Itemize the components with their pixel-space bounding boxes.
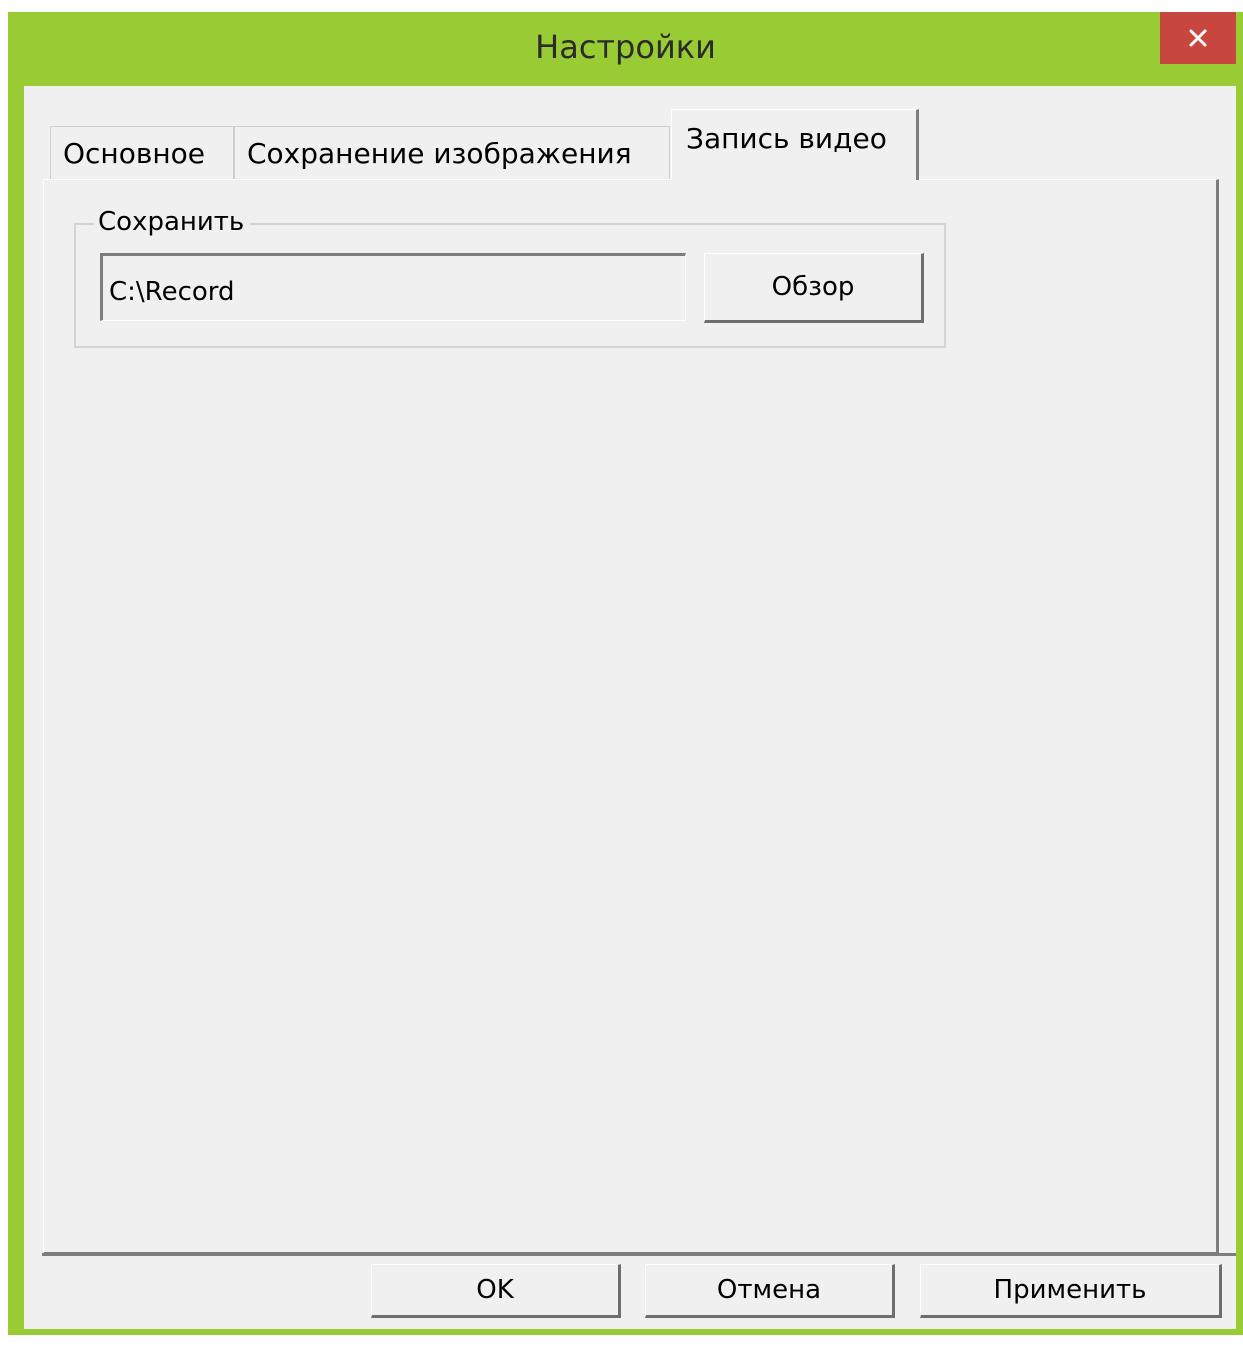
apply-button[interactable]: Применить — [920, 1264, 1222, 1318]
save-groupbox: Сохранить Обзор — [74, 205, 946, 348]
close-button[interactable] — [1160, 12, 1236, 64]
settings-window: Настройки Основное Сохранение изображени… — [8, 12, 1243, 1335]
close-icon — [1189, 29, 1207, 47]
title-bar[interactable]: Настройки — [8, 12, 1243, 86]
dialog-client-area: Основное Сохранение изображения Запись в… — [24, 86, 1236, 1329]
tab-video-recording[interactable]: Запись видео — [671, 109, 919, 180]
save-group-label: Сохранить — [94, 205, 251, 239]
cancel-button[interactable]: Отмена — [645, 1264, 895, 1318]
ok-button[interactable]: OK — [371, 1264, 621, 1318]
window-title: Настройки — [535, 28, 716, 66]
tab-image-saving[interactable]: Сохранение изображения — [234, 126, 670, 180]
save-path-input[interactable] — [100, 253, 686, 321]
browse-button[interactable]: Обзор — [704, 253, 924, 323]
tab-general[interactable]: Основное — [50, 126, 234, 180]
footer-separator — [42, 1253, 1236, 1256]
